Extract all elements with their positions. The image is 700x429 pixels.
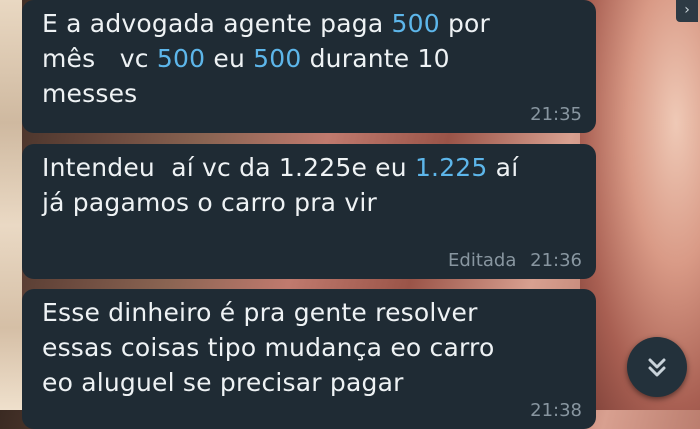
chevron-icon[interactable]: ›	[676, 0, 698, 22]
chat-wallpaper-left	[0, 0, 22, 410]
message-bubble[interactable]: Esse dinheiro é pra gente resolver essas…	[22, 289, 596, 429]
text-segment: E a advogada agente paga	[42, 9, 392, 38]
message-time: 21:36	[530, 250, 582, 271]
text-segment: eu	[205, 44, 254, 73]
highlighted-number: 500	[391, 9, 440, 38]
highlighted-number: 500	[156, 44, 206, 73]
double-chevron-down-icon	[648, 358, 666, 377]
message-time: 21:35	[530, 104, 582, 125]
highlighted-number: 1.225	[414, 153, 488, 182]
scroll-to-bottom-button[interactable]	[627, 337, 687, 397]
message-text: E a advogada agente paga 500 por mês vc …	[42, 6, 576, 111]
message-time: 21:38	[530, 400, 582, 421]
message-meta: 21:35	[522, 104, 582, 125]
message-bubble[interactable]: E a advogada agente paga 500 por mês vc …	[22, 0, 596, 133]
highlighted-number: 500	[253, 44, 302, 73]
edited-label: Editada	[448, 250, 517, 271]
message-text: Esse dinheiro é pra gente resolver essas…	[42, 295, 576, 400]
message-meta: Editada 21:36	[448, 250, 582, 271]
text-segment: Intendeu aí vc da 1.225e eu	[42, 153, 415, 182]
message-text: Intendeu aí vc da 1.225e eu 1.225 aí já …	[42, 150, 576, 220]
text-segment: Esse dinheiro é pra gente resolver essas…	[42, 298, 495, 397]
message-bubble[interactable]: Intendeu aí vc da 1.225e eu 1.225 aí já …	[22, 144, 596, 279]
message-meta: 21:38	[522, 400, 582, 421]
